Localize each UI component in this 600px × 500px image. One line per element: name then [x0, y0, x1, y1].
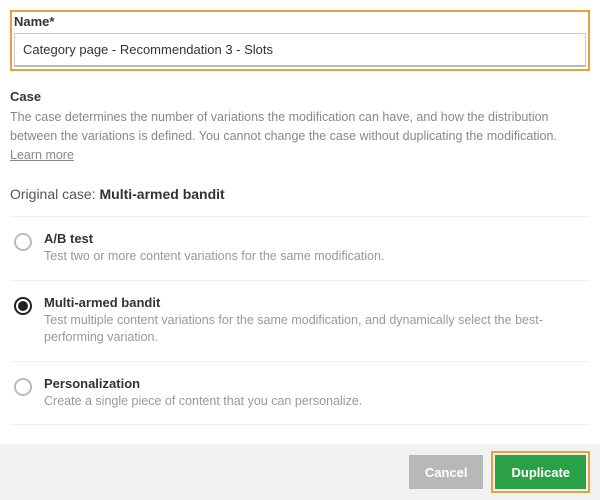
radio-icon — [14, 378, 32, 396]
option-multi-armed-bandit[interactable]: Multi-armed bandit Test multiple content… — [10, 281, 590, 362]
option-desc: Test two or more content variations for … — [44, 248, 586, 266]
name-input[interactable] — [14, 33, 586, 67]
option-title: Multi-armed bandit — [44, 295, 586, 310]
option-title: A/B test — [44, 231, 586, 246]
option-ab-test[interactable]: A/B test Test two or more content variat… — [10, 217, 590, 281]
option-text: A/B test Test two or more content variat… — [44, 231, 586, 266]
radio-icon — [14, 297, 32, 315]
duplicate-button-highlight: Duplicate — [491, 451, 590, 493]
original-case: Original case: Multi-armed bandit — [10, 186, 590, 202]
cancel-button[interactable]: Cancel — [409, 455, 484, 489]
option-title: Personalization — [44, 376, 586, 391]
name-field-highlight: Name* — [10, 10, 590, 71]
dialog-footer: Cancel Duplicate — [0, 444, 600, 500]
option-text: Personalization Create a single piece of… — [44, 376, 586, 411]
case-description: The case determines the number of variat… — [10, 108, 590, 164]
radio-icon — [14, 233, 32, 251]
option-desc: Create a single piece of content that yo… — [44, 393, 586, 411]
duplicate-button[interactable]: Duplicate — [495, 455, 586, 489]
original-case-label: Original case: — [10, 186, 99, 202]
name-label: Name* — [14, 14, 586, 29]
case-description-text: The case determines the number of variat… — [10, 110, 557, 143]
case-title: Case — [10, 89, 590, 104]
option-desc: Test multiple content variations for the… — [44, 312, 586, 347]
option-text: Multi-armed bandit Test multiple content… — [44, 295, 586, 347]
option-personalization[interactable]: Personalization Create a single piece of… — [10, 362, 590, 426]
case-options: A/B test Test two or more content variat… — [10, 216, 590, 425]
learn-more-link[interactable]: Learn more — [10, 148, 74, 162]
original-case-value: Multi-armed bandit — [99, 186, 224, 202]
